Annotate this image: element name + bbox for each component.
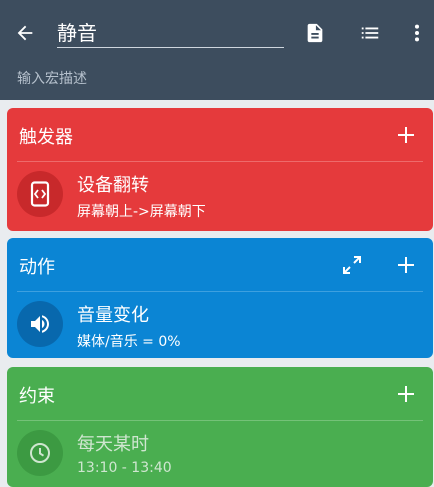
clock-icon: [30, 443, 50, 463]
list-button[interactable]: [355, 18, 385, 48]
expand-icon: [343, 256, 361, 274]
constraint-title: 约束: [19, 386, 55, 407]
action-title: 动作: [19, 257, 55, 278]
expand-actions-button[interactable]: [337, 250, 367, 280]
trigger-item-subtitle: 屏幕朝上->屏幕朝下: [77, 204, 206, 220]
constraint-header: 约束: [7, 367, 433, 420]
action-item-subtitle: 媒体/音乐 = 0%: [77, 334, 181, 350]
macro-name-input[interactable]: [57, 18, 284, 48]
arrow-left-icon: [17, 25, 33, 41]
app-bar: [0, 0, 434, 100]
plus-icon: [398, 386, 414, 402]
action-card: 动作 音量变化 媒体/音乐 = 0%: [7, 238, 433, 358]
back-button[interactable]: [10, 18, 40, 48]
volume-icon: [31, 315, 49, 333]
macro-description-input[interactable]: [17, 68, 417, 90]
document-icon: [307, 23, 323, 43]
action-item[interactable]: 音量变化 媒体/音乐 = 0%: [7, 292, 433, 358]
trigger-card: 触发器 设备翻转 屏幕朝上->屏幕朝下: [7, 108, 433, 231]
plus-icon: [398, 257, 414, 273]
action-header: 动作: [7, 238, 433, 291]
device-flip-icon: [30, 181, 50, 207]
add-action-button[interactable]: [391, 250, 421, 280]
trigger-title: 触发器: [19, 127, 73, 148]
action-item-title: 音量变化: [77, 305, 149, 326]
trigger-item[interactable]: 设备翻转 屏幕朝上->屏幕朝下: [7, 162, 433, 231]
constraint-item-icon-circle: [17, 430, 63, 476]
plus-icon: [398, 127, 414, 143]
list-icon: [361, 27, 379, 39]
constraint-card: 约束 每天某时 13:10 - 13:40: [7, 367, 433, 487]
trigger-item-title: 设备翻转: [77, 175, 149, 196]
constraint-item-title: 每天某时: [77, 434, 149, 455]
document-button[interactable]: [300, 18, 330, 48]
more-vert-icon: [414, 24, 420, 42]
constraint-item-subtitle: 13:10 - 13:40: [77, 460, 172, 476]
trigger-item-icon-circle: [17, 171, 63, 217]
add-trigger-button[interactable]: [391, 120, 421, 150]
more-options-button[interactable]: [402, 18, 432, 48]
constraint-item[interactable]: 每天某时 13:10 - 13:40: [7, 421, 433, 487]
action-item-icon-circle: [17, 301, 63, 347]
trigger-header: 触发器: [7, 108, 433, 161]
add-constraint-button[interactable]: [391, 379, 421, 409]
